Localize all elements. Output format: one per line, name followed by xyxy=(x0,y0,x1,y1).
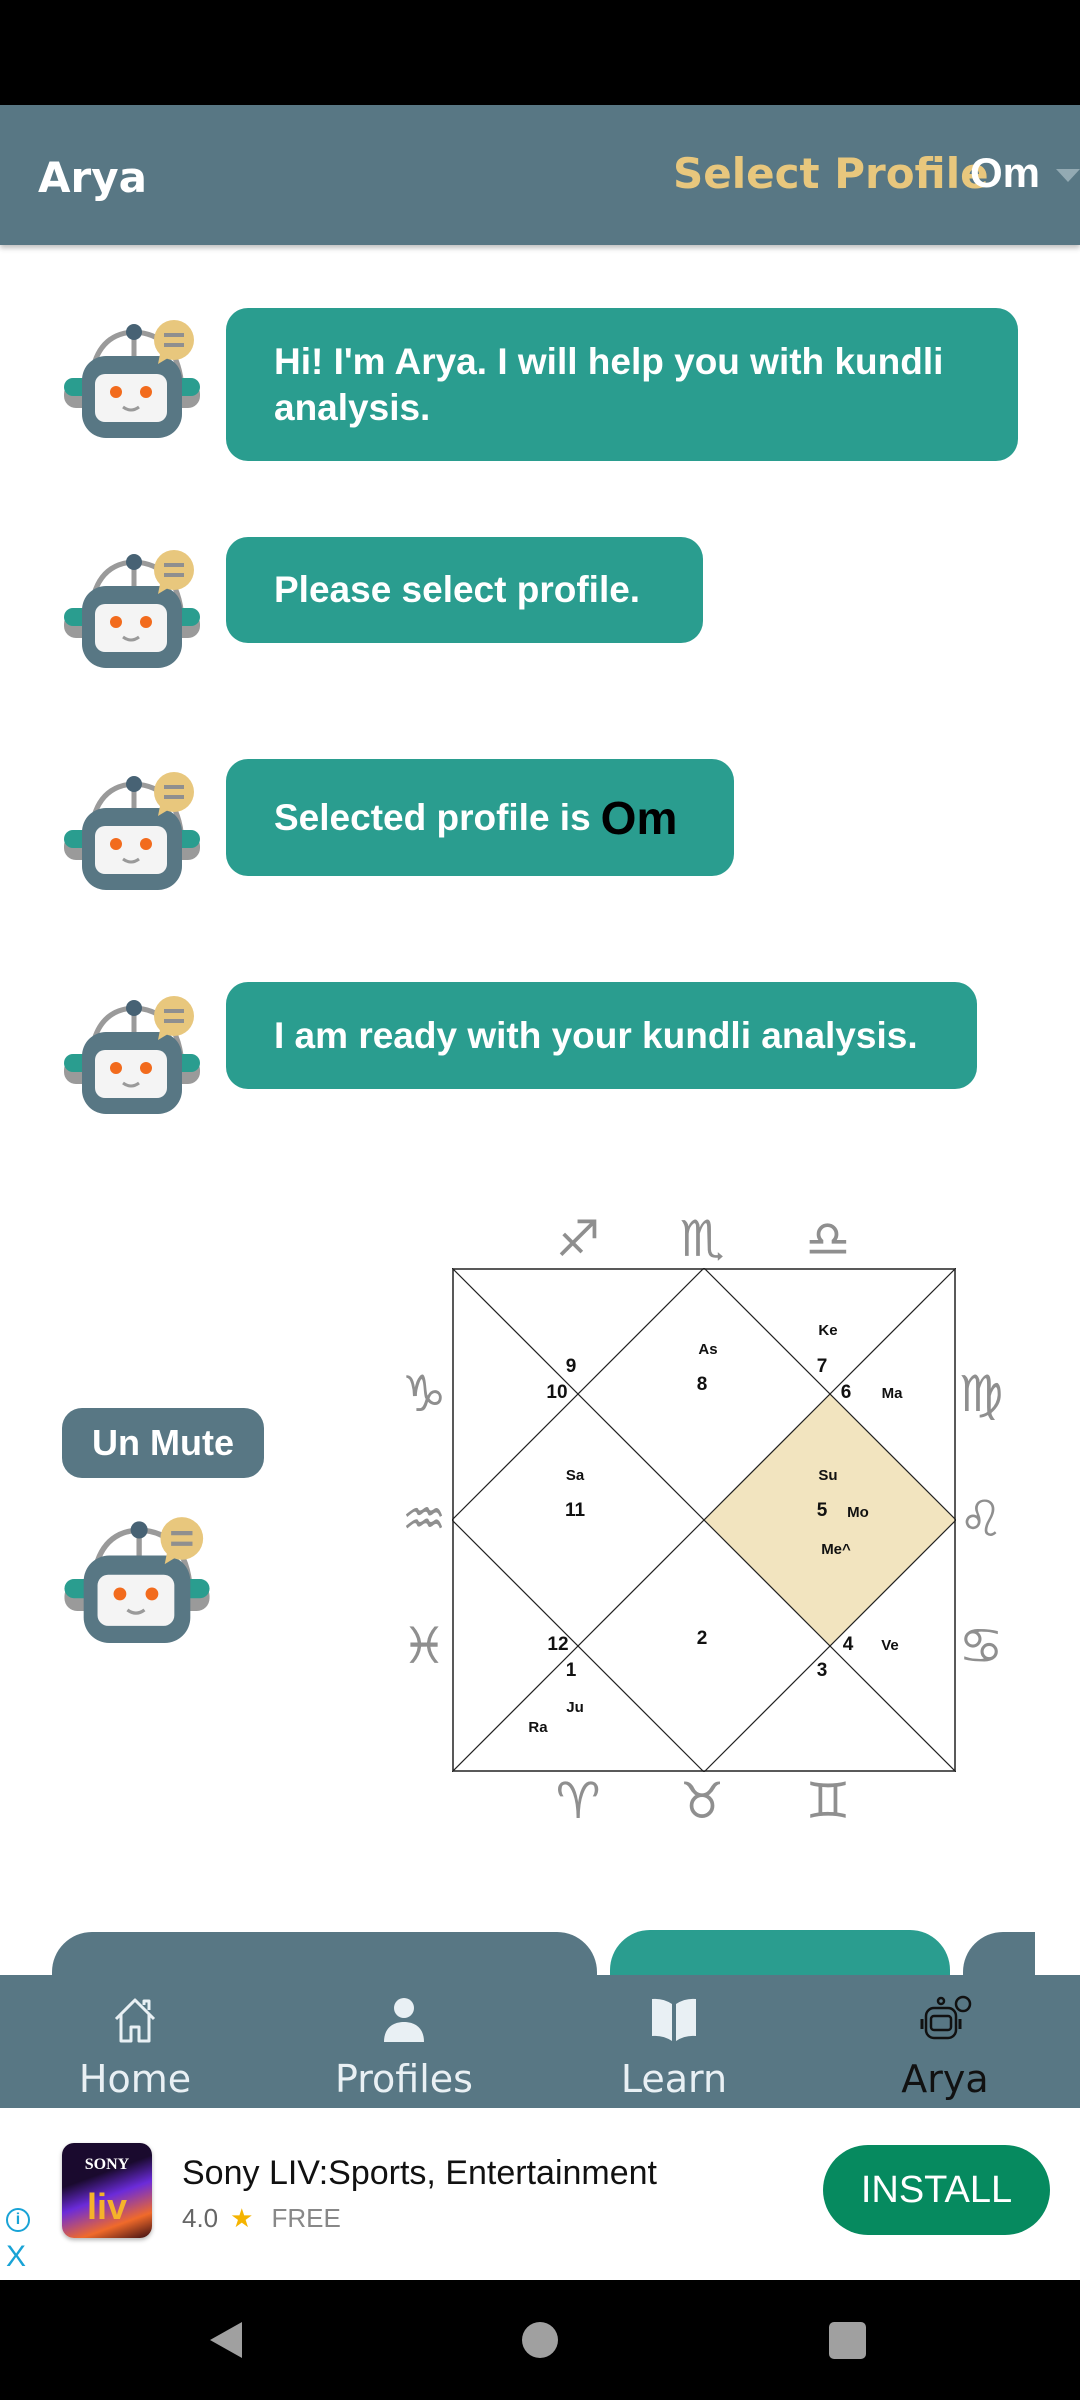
libra-icon: ♎ xyxy=(805,1210,851,1268)
house-sign-number: 3 xyxy=(817,1660,828,1681)
home-circle-icon[interactable] xyxy=(522,2322,558,2358)
nav-label: Learn xyxy=(620,2057,728,2101)
select-profile-label[interactable]: Select Profile xyxy=(673,149,989,198)
robot-avatar-icon xyxy=(62,1515,212,1643)
taurus-icon: ♉ xyxy=(679,1772,725,1830)
capricorn-icon: ♑ xyxy=(401,1365,447,1423)
robot-avatar-icon xyxy=(62,994,202,1114)
unmute-button[interactable]: Un Mute xyxy=(62,1408,264,1478)
nav-label: Profiles xyxy=(335,2057,473,2101)
ad-banner[interactable]: SONY liv Sony LIV:Sports, Entertainment … xyxy=(0,2108,1080,2280)
planet-label: Ra xyxy=(528,1719,548,1736)
house-sign-number: 1 xyxy=(566,1660,577,1681)
scorpio-icon: ♏ xyxy=(679,1210,725,1268)
leo-icon: ♌ xyxy=(958,1490,1004,1548)
back-icon[interactable] xyxy=(206,2320,246,2360)
highlighted-house xyxy=(704,1394,956,1646)
chat-text: Selected profile is xyxy=(274,796,591,838)
nav-label: Arya xyxy=(901,2057,989,2101)
chat-text: I am ready with your kundli analysis. xyxy=(274,1014,918,1056)
profile-dropdown[interactable]: Om xyxy=(970,149,1080,197)
ad-close-icon[interactable]: X xyxy=(6,2240,26,2274)
robot-avatar-icon xyxy=(62,548,202,668)
planet-label: Ve xyxy=(881,1637,899,1654)
nav-profiles[interactable]: Profiles xyxy=(304,1975,504,2108)
house-sign-number: 2 xyxy=(697,1628,708,1649)
planet-label: Mo xyxy=(847,1504,869,1521)
rating-value: 4.0 xyxy=(182,2203,219,2233)
nav-learn[interactable]: Learn xyxy=(574,1975,774,2108)
logo-text: SONY xyxy=(84,2156,130,2173)
kundli-chart: 8 As 9 10 11 Sa 12 1 Ju Ra 2 34 Ve 5 Su Mo Me^ 6 Ma 7 Ke xyxy=(452,1268,956,1772)
chat-bubble: I am ready with your kundli analysis. xyxy=(226,982,977,1089)
bottom-nav: Home Profiles Learn Arya xyxy=(0,1975,1080,2108)
robot-avatar-icon xyxy=(62,770,202,890)
pisces-icon: ♓ xyxy=(401,1617,447,1675)
planet-label: Ma xyxy=(882,1385,903,1402)
robot-icon xyxy=(917,1989,973,2051)
house-sign-number: 12 xyxy=(547,1634,568,1655)
nav-arya[interactable]: Arya xyxy=(845,1975,1045,2108)
gemini-icon: ♊ xyxy=(805,1772,851,1830)
ad-rating: 4.0 ★ FREE xyxy=(182,2203,341,2234)
house-sign-number: 8 xyxy=(697,1374,708,1395)
star-icon: ★ xyxy=(230,2203,254,2233)
house-sign-number: 10 xyxy=(546,1382,567,1403)
planet-label: Su xyxy=(818,1467,837,1484)
house-sign-number: 9 xyxy=(566,1356,577,1377)
chat-bubble: Please select profile. xyxy=(226,537,703,643)
house-sign-number: 7 xyxy=(817,1356,828,1377)
planet-label: Sa xyxy=(566,1467,585,1484)
chat-text: Hi! I'm Arya. I will help you with kundl… xyxy=(274,340,944,428)
chat-bubble: Hi! I'm Arya. I will help you with kundl… xyxy=(226,308,1018,461)
sony-liv-logo: SONY liv xyxy=(62,2143,152,2238)
home-icon xyxy=(110,1989,160,2051)
cancer-icon: ♋ xyxy=(958,1617,1004,1675)
ad-info-icon[interactable]: i xyxy=(6,2208,30,2232)
install-button[interactable]: INSTALL xyxy=(823,2145,1050,2235)
virgo-icon: ♍ xyxy=(958,1365,1004,1423)
robot-avatar-icon xyxy=(62,318,202,438)
chat-text: Please select profile. xyxy=(274,569,641,610)
planet-label: Ju xyxy=(566,1699,584,1716)
status-bar xyxy=(0,0,1080,105)
house-sign-number: 6 xyxy=(841,1382,852,1403)
ad-title[interactable]: Sony LIV:Sports, Entertainment xyxy=(182,2154,657,2193)
logo-sub: liv xyxy=(86,2186,128,2227)
app-title: Arya xyxy=(38,153,147,202)
house-sign-number: 4 xyxy=(843,1634,854,1655)
planet-label: Me^ xyxy=(821,1541,851,1558)
system-nav-bar xyxy=(0,2280,1080,2400)
selected-profile-name: Om xyxy=(600,791,678,844)
house-sign-number: 11 xyxy=(565,1500,586,1521)
nav-label: Home xyxy=(78,2057,192,2101)
person-icon xyxy=(379,1989,429,2051)
aries-icon: ♈ xyxy=(555,1772,601,1830)
nav-home[interactable]: Home xyxy=(35,1975,235,2108)
app-header: Arya Select Profile Om xyxy=(0,105,1080,245)
recents-icon[interactable] xyxy=(829,2322,866,2359)
price-label: FREE xyxy=(271,2203,341,2233)
aquarius-icon: ♒ xyxy=(401,1490,447,1548)
planet-label: As xyxy=(698,1341,717,1358)
book-icon xyxy=(649,1989,699,2051)
house-sign-number: 5 xyxy=(817,1500,828,1521)
chat-bubble: Selected profile is Om xyxy=(226,759,734,876)
sagittarius-icon: ♐ xyxy=(555,1210,601,1268)
profile-dropdown-value: Om xyxy=(970,149,1041,196)
planet-label: Ke xyxy=(818,1322,837,1339)
chevron-down-icon xyxy=(1056,168,1080,182)
